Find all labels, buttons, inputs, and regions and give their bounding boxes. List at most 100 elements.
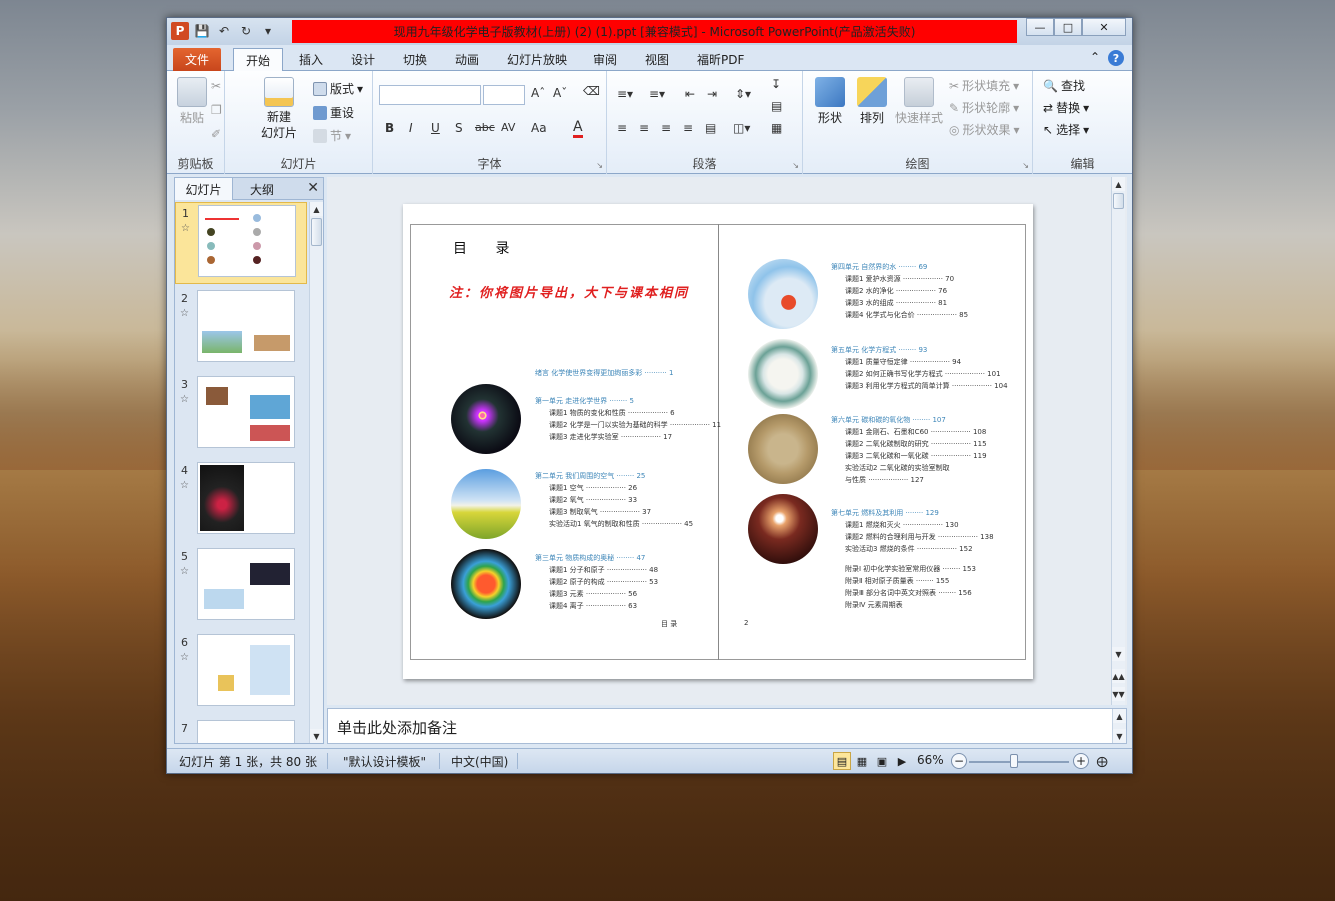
tab-insert[interactable]: 插入 bbox=[287, 48, 335, 71]
scroll-up-icon[interactable]: ▲ bbox=[1112, 177, 1125, 191]
line-spacing-icon[interactable]: ⇕▾ bbox=[735, 87, 751, 101]
italic-button[interactable]: I bbox=[409, 121, 413, 135]
tab-design[interactable]: 设计 bbox=[339, 48, 387, 71]
shape-fill-button[interactable]: ✂ 形状填充 ▾ bbox=[949, 77, 1019, 94]
character-spacing-button[interactable]: AV bbox=[501, 121, 515, 134]
powerpoint-app-icon[interactable]: P bbox=[171, 22, 189, 40]
cut-icon[interactable]: ✂ bbox=[211, 79, 221, 93]
scroll-down-icon[interactable]: ▼ bbox=[1113, 729, 1126, 743]
tab-transitions[interactable]: 切换 bbox=[391, 48, 439, 71]
scroll-down-icon[interactable]: ▼ bbox=[310, 729, 323, 743]
slideshow-button[interactable]: ▶ bbox=[893, 752, 911, 770]
zoom-in-button[interactable]: + bbox=[1073, 753, 1089, 769]
copy-icon[interactable]: ❐ bbox=[211, 103, 222, 117]
align-left-icon[interactable]: ≡ bbox=[617, 121, 627, 135]
font-dialog-launcher-icon[interactable]: ↘ bbox=[596, 161, 603, 170]
language-indicator[interactable]: 中文(中国) bbox=[451, 753, 508, 770]
scroll-thumb[interactable] bbox=[311, 218, 322, 246]
current-slide[interactable]: 目 录 注：你将图片导出，大下与课本相同 绪言 化学使世界变得更加绚丽多彩 ··… bbox=[403, 204, 1033, 679]
tab-slides[interactable]: 幻灯片 bbox=[175, 178, 233, 200]
justify-icon[interactable]: ≡ bbox=[683, 121, 693, 135]
smartart-icon[interactable]: ▦ bbox=[771, 121, 782, 135]
fit-to-window-button[interactable]: ⨁ bbox=[1093, 752, 1111, 770]
format-painter-icon[interactable]: ✐ bbox=[211, 127, 221, 141]
font-name-combo[interactable] bbox=[379, 85, 481, 105]
font-size-combo[interactable] bbox=[483, 85, 525, 105]
thumbnail-scrollbar[interactable]: ▲ ▼ bbox=[309, 202, 323, 743]
reading-view-button[interactable]: ▣ bbox=[873, 752, 891, 770]
scroll-down-icon[interactable]: ▼ bbox=[1112, 647, 1125, 661]
close-pane-icon[interactable]: ✕ bbox=[307, 180, 319, 196]
reset-button[interactable]: 重设 bbox=[313, 104, 354, 121]
notes-pane[interactable]: 单击此处添加备注 ▲ ▼ bbox=[327, 708, 1127, 744]
thumbnail-slide-3[interactable]: 3 ☆ bbox=[175, 374, 307, 456]
columns-icon[interactable]: ◫▾ bbox=[733, 121, 750, 135]
theme-name[interactable]: "默认设计模板" bbox=[343, 753, 426, 770]
zoom-out-button[interactable]: − bbox=[951, 753, 967, 769]
find-button[interactable]: 🔍 查找 bbox=[1043, 77, 1085, 94]
minimize-ribbon-icon[interactable]: ⌃ bbox=[1090, 50, 1100, 66]
underline-button[interactable]: U bbox=[431, 121, 440, 135]
tab-home[interactable]: 开始 bbox=[233, 48, 284, 72]
shadow-button[interactable]: S bbox=[455, 121, 463, 135]
paragraph-dialog-launcher-icon[interactable]: ↘ bbox=[792, 161, 799, 170]
shrink-font-icon[interactable]: Aˇ bbox=[553, 86, 567, 100]
increase-indent-icon[interactable]: ⇥ bbox=[707, 87, 717, 101]
tab-animations[interactable]: 动画 bbox=[443, 48, 491, 71]
help-icon[interactable]: ? bbox=[1108, 50, 1124, 66]
scroll-up-icon[interactable]: ▲ bbox=[1113, 709, 1126, 723]
save-icon[interactable]: 💾 bbox=[193, 22, 211, 40]
bullets-icon[interactable]: ≡▾ bbox=[617, 87, 633, 101]
select-button[interactable]: ↖ 选择 ▾ bbox=[1043, 121, 1089, 138]
tab-foxit-pdf[interactable]: 福昕PDF bbox=[685, 48, 756, 71]
next-slide-icon[interactable]: ▼▼ bbox=[1112, 687, 1125, 701]
numbering-icon[interactable]: ≡▾ bbox=[649, 87, 665, 101]
align-text-icon[interactable]: ▤ bbox=[771, 99, 782, 113]
align-center-icon[interactable]: ≡ bbox=[639, 121, 649, 135]
scroll-thumb[interactable] bbox=[1113, 193, 1124, 209]
maximize-button[interactable]: □ bbox=[1054, 18, 1082, 36]
zoom-slider[interactable] bbox=[969, 761, 1069, 763]
new-slide-button[interactable]: 新建 幻灯片 bbox=[261, 77, 297, 141]
thumbnail-slide-6[interactable]: 6 ☆ bbox=[175, 632, 307, 714]
tab-file[interactable]: 文件 bbox=[173, 48, 222, 71]
tab-slideshow[interactable]: 幻灯片放映 bbox=[495, 48, 579, 71]
shapes-button[interactable]: 形状 bbox=[815, 77, 845, 126]
redo-icon[interactable]: ↻ bbox=[237, 22, 255, 40]
tab-view[interactable]: 视图 bbox=[633, 48, 681, 71]
thumbnail-slide-7[interactable]: 7 bbox=[175, 718, 307, 743]
tab-review[interactable]: 审阅 bbox=[581, 48, 629, 71]
slide-scrollbar[interactable]: ▲ ▼ ▲▲ ▼▼ bbox=[1111, 177, 1125, 705]
section-button[interactable]: 节 ▾ bbox=[313, 127, 351, 144]
paste-button[interactable]: 粘贴 bbox=[177, 77, 207, 126]
strikethrough-button[interactable]: abc bbox=[475, 121, 495, 134]
layout-button[interactable]: 版式 ▾ bbox=[313, 80, 363, 97]
shape-outline-button[interactable]: ✎ 形状轮廓 ▾ bbox=[949, 99, 1019, 116]
undo-icon[interactable]: ↶ bbox=[215, 22, 233, 40]
arrange-button[interactable]: 排列 bbox=[857, 77, 887, 126]
grow-font-icon[interactable]: Aˆ bbox=[531, 86, 545, 100]
normal-view-button[interactable]: ▤ bbox=[833, 752, 851, 770]
customize-qat-icon[interactable]: ▾ bbox=[259, 22, 277, 40]
shape-effects-button[interactable]: ◎ 形状效果 ▾ bbox=[949, 121, 1020, 138]
close-button[interactable]: ✕ bbox=[1082, 18, 1126, 36]
thumbnail-slide-2[interactable]: 2 ☆ bbox=[175, 288, 307, 370]
distributed-icon[interactable]: ▤ bbox=[705, 121, 716, 135]
notes-placeholder[interactable]: 单击此处添加备注 bbox=[337, 717, 457, 738]
slide-sorter-button[interactable]: ▦ bbox=[853, 752, 871, 770]
thumbnail-slide-1[interactable]: 1 ☆ bbox=[175, 202, 307, 284]
font-color-button[interactable]: A bbox=[573, 119, 583, 138]
tab-outline[interactable]: 大纲 bbox=[233, 178, 291, 200]
drawing-dialog-launcher-icon[interactable]: ↘ bbox=[1022, 161, 1029, 170]
clear-formatting-icon[interactable]: ⌫ bbox=[583, 84, 600, 98]
replace-button[interactable]: ⇄ 替换 ▾ bbox=[1043, 99, 1089, 116]
decrease-indent-icon[interactable]: ⇤ bbox=[685, 87, 695, 101]
notes-scrollbar[interactable]: ▲ ▼ bbox=[1112, 709, 1126, 743]
previous-slide-icon[interactable]: ▲▲ bbox=[1112, 669, 1125, 683]
bold-button[interactable]: B bbox=[385, 121, 394, 135]
zoom-slider-thumb[interactable] bbox=[1010, 754, 1018, 768]
change-case-button[interactable]: Aa bbox=[531, 121, 547, 135]
text-direction-icon[interactable]: ↧ bbox=[771, 77, 781, 91]
minimize-button[interactable]: — bbox=[1026, 18, 1054, 36]
thumbnail-slide-5[interactable]: 5 ☆ bbox=[175, 546, 307, 628]
